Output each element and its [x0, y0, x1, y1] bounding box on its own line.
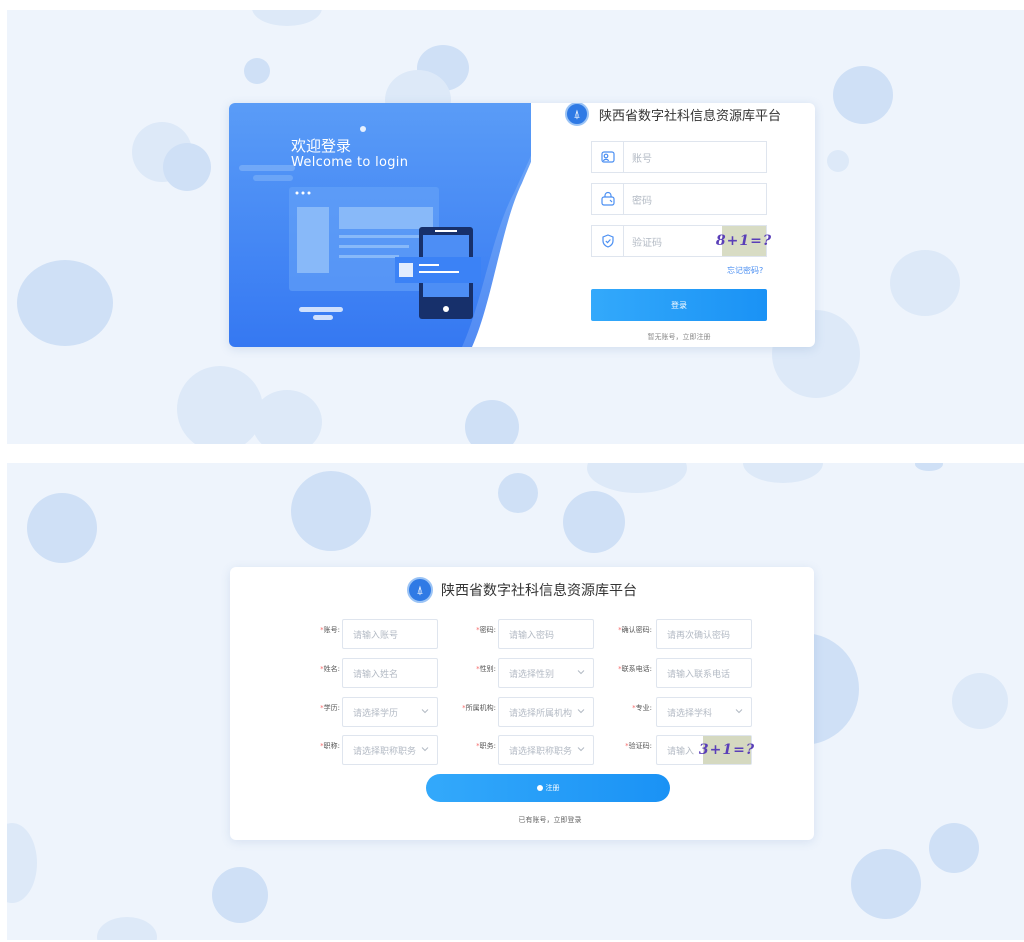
- platform-title: 陕西省数字社科信息资源库平台: [599, 108, 782, 124]
- platform-header: ⍋ 陕西省数字社科信息资源库平台: [230, 577, 814, 603]
- captcha-label: *验证码:: [625, 742, 652, 750]
- platform-logo-icon: ⍋: [565, 103, 589, 126]
- captcha-image[interactable]: 3+1=?: [699, 736, 754, 764]
- gender-select-value: 请选择性别: [509, 669, 555, 680]
- background-bubble: [563, 491, 625, 553]
- education-select-value: 请选择学历: [353, 708, 399, 719]
- account-field[interactable]: 账号: [591, 141, 767, 173]
- confirm-password-label: *确认密码:: [618, 626, 652, 634]
- device-illustration: [239, 126, 481, 320]
- background-bubble: [7, 823, 37, 903]
- background-bubble: [851, 849, 921, 919]
- captcha-field[interactable]: 验证码 8+1=?: [591, 225, 771, 257]
- background-bubble: [252, 390, 322, 444]
- password-field[interactable]: 密码: [591, 183, 767, 215]
- lock-icon: [592, 184, 624, 214]
- institution-label: *所属机构:: [462, 704, 496, 712]
- major-select-value: 请选择学科: [667, 708, 713, 719]
- name-label: *姓名:: [320, 665, 340, 673]
- institution-select-value: 请选择所属机构: [509, 708, 573, 719]
- background-bubble: [833, 66, 893, 124]
- background-bubble: [97, 917, 157, 940]
- position-select[interactable]: 请选择职称职务: [498, 735, 594, 765]
- education-select[interactable]: 请选择学历: [342, 697, 438, 727]
- background-bubble: [498, 473, 538, 513]
- account-label: *账号:: [320, 626, 340, 634]
- user-icon: [592, 142, 624, 172]
- phone-label: *联系电话:: [618, 665, 652, 673]
- chevron-down-icon: [577, 670, 585, 675]
- chevron-down-icon: [421, 747, 429, 752]
- chevron-down-icon: [577, 709, 585, 714]
- background-bubble: [743, 463, 823, 483]
- password-input[interactable]: 请输入密码: [498, 619, 594, 649]
- forgot-password-link[interactable]: 忘记密码?: [727, 265, 763, 276]
- login-card: 欢迎登录 Welcome to login ⍋ 陕西省数字社科信息资源库平台 账…: [229, 103, 815, 347]
- background-bubble: [915, 463, 943, 471]
- captcha-field[interactable]: 请输入 3+1=?: [656, 735, 754, 765]
- register-card: ⍋ 陕西省数字社科信息资源库平台 *账号: 请输入账号 *密码: 请输入密码 *…: [230, 567, 814, 840]
- background-bubble: [952, 673, 1008, 729]
- position-select-value: 请选择职称职务: [509, 746, 573, 757]
- chevron-down-icon: [421, 709, 429, 714]
- background-bubble: [890, 250, 960, 316]
- login-button[interactable]: 登录: [591, 289, 767, 321]
- login-link[interactable]: 已有账号，立即登录: [230, 815, 870, 825]
- background-bubble: [827, 150, 849, 172]
- background-bubble: [587, 463, 687, 493]
- chevron-down-icon: [577, 747, 585, 752]
- captcha-input[interactable]: 验证码: [624, 234, 722, 249]
- captcha-input[interactable]: 请输入: [667, 744, 694, 757]
- major-select[interactable]: 请选择学科: [656, 697, 752, 727]
- background-bubble: [465, 400, 519, 444]
- background-bubble: [252, 10, 322, 26]
- platform-logo-icon: ⍋: [407, 577, 433, 603]
- register-button-label: 注册: [545, 784, 560, 792]
- confirm-password-input[interactable]: 请再次确认密码: [656, 619, 752, 649]
- account-input[interactable]: 请输入账号: [342, 619, 438, 649]
- background-bubble: [244, 58, 270, 84]
- gender-select[interactable]: 请选择性别: [498, 658, 594, 688]
- platform-header: ⍋ 陕西省数字社科信息资源库平台: [565, 103, 782, 126]
- background-bubble: [27, 493, 97, 563]
- institution-select[interactable]: 请选择所属机构: [498, 697, 594, 727]
- account-input[interactable]: 账号: [624, 150, 766, 165]
- platform-title: 陕西省数字社科信息资源库平台: [441, 583, 637, 599]
- password-input[interactable]: 密码: [624, 192, 766, 207]
- password-label: *密码:: [476, 626, 496, 634]
- login-illustration-panel: 欢迎登录 Welcome to login: [229, 103, 532, 347]
- login-screen: 欢迎登录 Welcome to login ⍋ 陕西省数字社科信息资源库平台 账…: [7, 10, 1024, 444]
- title-select-value: 请选择职称职务: [353, 746, 417, 757]
- register-link[interactable]: 暂无账号，立即注册: [531, 332, 815, 342]
- background-bubble: [291, 471, 371, 551]
- register-screen: ⍋ 陕西省数字社科信息资源库平台 *账号: 请输入账号 *密码: 请输入密码 *…: [7, 463, 1024, 940]
- gender-label: *性别:: [476, 665, 496, 673]
- title-label: *职称:: [320, 742, 340, 750]
- register-button[interactable]: 注册: [426, 774, 670, 802]
- education-label: *学历:: [320, 704, 340, 712]
- major-label: *专业:: [632, 704, 652, 712]
- phone-input[interactable]: 请输入联系电话: [656, 658, 752, 688]
- position-label: *职务:: [476, 742, 496, 750]
- background-bubble: [929, 823, 979, 873]
- captcha-image[interactable]: 8+1=?: [716, 226, 771, 256]
- background-bubble: [163, 143, 211, 191]
- background-bubble: [212, 867, 268, 923]
- chevron-down-icon: [735, 709, 743, 714]
- background-bubble: [17, 260, 113, 346]
- background-bubble: [177, 366, 263, 444]
- register-dot-icon: [536, 785, 543, 791]
- title-select[interactable]: 请选择职称职务: [342, 735, 438, 765]
- shield-icon: [592, 226, 624, 256]
- login-form-panel: ⍋ 陕西省数字社科信息资源库平台 账号 密码 验证码 8+1=? 忘记密码? 登…: [531, 103, 815, 347]
- name-input[interactable]: 请输入姓名: [342, 658, 438, 688]
